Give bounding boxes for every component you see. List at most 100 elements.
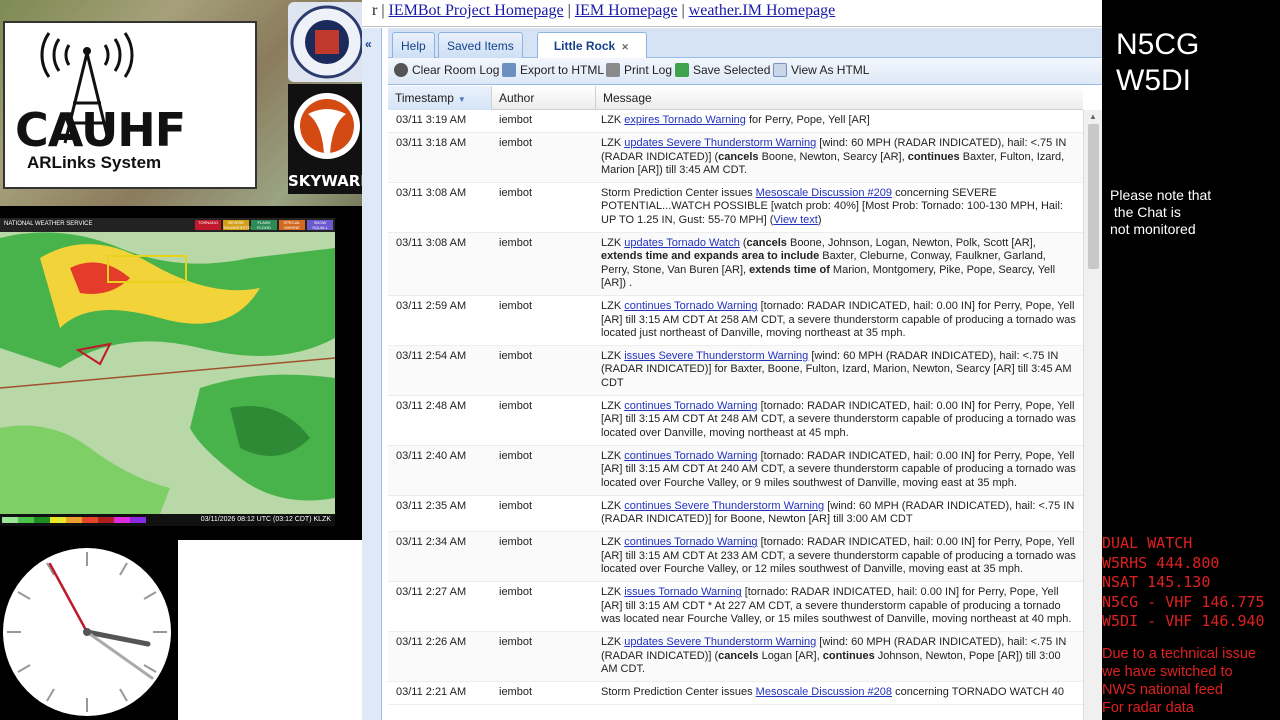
row-author: iembot bbox=[499, 237, 533, 250]
table-row[interactable]: 03/11 3:08 AM iembot LZK updates Tornado W… bbox=[388, 233, 1083, 297]
tab-little-rock[interactable]: Little Rock ✕ bbox=[537, 32, 647, 59]
message-bold-text: cancels bbox=[718, 649, 759, 662]
table-row[interactable]: 03/11 2:26 AM iembot LZK updates Severe Th… bbox=[388, 632, 1083, 683]
legend-snow-squall: SNOW SQUALL bbox=[307, 220, 333, 230]
link-weather-im-homepage[interactable]: weather.IM Homepage bbox=[689, 2, 836, 19]
radar-header-label: NATIONAL WEATHER SERVICE bbox=[4, 221, 93, 227]
view-as-html-button[interactable]: View As HTML bbox=[773, 63, 869, 77]
row-message: LZK continues Tornado Warning [tornado: … bbox=[601, 532, 1076, 581]
message-text: Storm Prediction Center issues bbox=[601, 187, 756, 200]
add-icon bbox=[675, 63, 689, 77]
message-link[interactable]: updates Tornado Watch bbox=[624, 237, 740, 249]
clear-room-log-button[interactable]: Clear Room Log bbox=[394, 63, 499, 77]
table-row[interactable]: 03/11 2:35 AM iembot LZK continues Severe … bbox=[388, 496, 1083, 533]
row-message: LZK updates Severe Thunderstorm Warning … bbox=[601, 632, 1076, 681]
right-info-panel: N5CG W5DI Please note that the Chat is n… bbox=[1102, 0, 1280, 720]
link-iem-homepage[interactable]: IEM Homepage bbox=[575, 2, 678, 19]
message-link[interactable]: issues Severe Thunderstorm Warning bbox=[624, 350, 808, 362]
radar-color-scale bbox=[2, 517, 146, 523]
table-row[interactable]: 03/11 3:08 AM iembot Storm Prediction Cent… bbox=[388, 183, 1083, 234]
message-link[interactable]: continues Tornado Warning bbox=[624, 536, 757, 548]
row-timestamp: 03/11 3:08 AM bbox=[396, 187, 467, 200]
radar-station: KLZK bbox=[313, 516, 331, 523]
table-row[interactable]: 03/11 3:18 AM iembot LZK updates Severe Th… bbox=[388, 133, 1083, 184]
tab-help[interactable]: Help bbox=[392, 32, 435, 58]
message-link[interactable]: View text bbox=[773, 214, 817, 226]
message-text: LZK bbox=[601, 350, 625, 363]
column-author[interactable]: Author bbox=[492, 86, 596, 110]
row-message: LZK expires Tornado Warning for Perry, P… bbox=[601, 110, 1076, 132]
message-text: LZK bbox=[601, 536, 625, 549]
message-text: Storm Prediction Center issues bbox=[601, 686, 756, 699]
scroll-up-icon[interactable]: ▲ bbox=[1089, 112, 1097, 121]
row-timestamp: 03/11 2:26 AM bbox=[396, 636, 467, 649]
clock-icon bbox=[3, 548, 171, 716]
dual-watch-frequencies: DUAL WATCH W5RHS 444.800 NSAT 145.130 N5… bbox=[1102, 534, 1265, 630]
table-row[interactable]: 03/11 2:40 AM iembot LZK continues Tornado… bbox=[388, 445, 1083, 496]
column-timestamp[interactable]: Timestamp ▼ bbox=[388, 86, 492, 110]
skywarn-logo: SKYWARN bbox=[288, 84, 373, 194]
row-message: LZK issues Tornado Warning [tornado: RAD… bbox=[601, 582, 1076, 631]
row-timestamp: 03/11 2:35 AM bbox=[396, 499, 467, 512]
printer-icon bbox=[606, 63, 620, 77]
legend-tornado: TORNADO bbox=[195, 220, 221, 230]
table-row[interactable]: 03/11 2:48 AM iembot LZK continues Tornado… bbox=[388, 396, 1083, 446]
message-text: LZK bbox=[601, 400, 625, 413]
print-log-button[interactable]: Print Log bbox=[606, 63, 672, 77]
table-row[interactable]: 03/11 2:34 AM iembot LZK continues Tornado… bbox=[388, 532, 1083, 583]
close-tab-icon[interactable]: ✕ bbox=[620, 42, 630, 52]
message-bold-text: extends time and expands area to include bbox=[601, 250, 820, 263]
vertical-scrollbar[interactable]: ▲ bbox=[1083, 110, 1102, 720]
table-row[interactable]: 03/11 2:54 AM iembot LZK issues Severe Thu… bbox=[388, 346, 1083, 397]
message-link[interactable]: continues Tornado Warning bbox=[624, 300, 757, 312]
message-link[interactable]: continues Severe Thunderstorm Warning bbox=[624, 500, 824, 512]
message-text: concerning TORNADO WATCH 40 bbox=[892, 686, 1065, 699]
message-link[interactable]: expires Tornado Warning bbox=[624, 114, 746, 126]
message-text: for Perry, Pope, Yell [AR] bbox=[745, 114, 870, 126]
cauhf-subtitle: ARLinks System bbox=[27, 153, 162, 172]
row-author: iembot bbox=[499, 187, 533, 200]
arkansas-seal-logo bbox=[288, 2, 366, 82]
scroll-thumb[interactable] bbox=[1088, 124, 1099, 269]
table-row[interactable]: 03/11 2:59 AM iembot LZK continues Tornado… bbox=[388, 296, 1083, 347]
message-link[interactable]: updates Severe Thunderstorm Warning bbox=[624, 636, 816, 648]
callsign-secondary: W5DI bbox=[1116, 64, 1191, 97]
export-html-button[interactable]: Export to HTML bbox=[502, 63, 604, 77]
message-text: LZK bbox=[601, 137, 625, 150]
row-timestamp: 03/11 3:18 AM bbox=[396, 137, 467, 150]
row-author: iembot bbox=[499, 536, 533, 549]
skywarn-text: SKYWARN bbox=[288, 172, 373, 190]
save-selected-button[interactable]: Save Selected bbox=[675, 63, 770, 77]
row-message: LZK continues Tornado Warning [tornado: … bbox=[601, 396, 1076, 445]
table-row[interactable]: 03/11 2:21 AM iembot Storm Prediction Cent… bbox=[388, 682, 1083, 706]
clear-icon bbox=[394, 63, 408, 77]
row-message: Storm Prediction Center issues Mesoscale… bbox=[601, 183, 1076, 232]
column-message[interactable]: Message bbox=[596, 86, 1083, 110]
tab-saved-items[interactable]: Saved Items bbox=[438, 32, 523, 58]
row-author: iembot bbox=[499, 137, 533, 150]
row-timestamp: 03/11 2:54 AM bbox=[396, 350, 467, 363]
grid-header: Timestamp ▼ Author Message bbox=[388, 86, 1083, 110]
message-link[interactable]: continues Tornado Warning bbox=[624, 400, 757, 412]
message-link[interactable]: issues Tornado Warning bbox=[624, 586, 741, 598]
message-link[interactable]: continues Tornado Warning bbox=[624, 450, 757, 462]
message-text: Boone, Johnson, Logan, Newton, Polk, Sco… bbox=[786, 237, 1036, 250]
table-row[interactable]: 03/11 3:19 AM iembot LZK expires Tornado W… bbox=[388, 110, 1083, 134]
collapse-sidebar-button[interactable]: « bbox=[362, 28, 382, 720]
message-text: LZK bbox=[601, 114, 625, 126]
message-link[interactable]: updates Severe Thunderstorm Warning bbox=[624, 137, 816, 149]
table-row[interactable]: 03/11 2:27 AM iembot LZK issues Tornado Wa… bbox=[388, 582, 1083, 633]
message-link[interactable]: Mesoscale Discussion #209 bbox=[756, 187, 892, 199]
legend-special-marine: SPECIAL MARINE bbox=[279, 220, 305, 230]
message-link[interactable]: Mesoscale Discussion #208 bbox=[756, 686, 892, 698]
message-text: LZK bbox=[601, 499, 625, 512]
chat-notice: Please note that the Chat is not monitor… bbox=[1110, 187, 1212, 237]
row-author: iembot bbox=[499, 636, 533, 649]
row-timestamp: 03/11 2:40 AM bbox=[396, 449, 467, 462]
message-text: LZK bbox=[601, 586, 625, 599]
row-message: LZK continues Tornado Warning [tornado: … bbox=[601, 296, 1076, 345]
link-iembot-homepage[interactable]: IEMBot Project Homepage bbox=[389, 2, 564, 19]
legend-severe-thunderstorm: SEVERE THUNDERSTORM bbox=[223, 220, 257, 230]
radar-legend: TORNADO SEVERE THUNDERSTORM FLASH FLOOD … bbox=[193, 218, 335, 232]
message-text: LZK bbox=[601, 237, 625, 250]
